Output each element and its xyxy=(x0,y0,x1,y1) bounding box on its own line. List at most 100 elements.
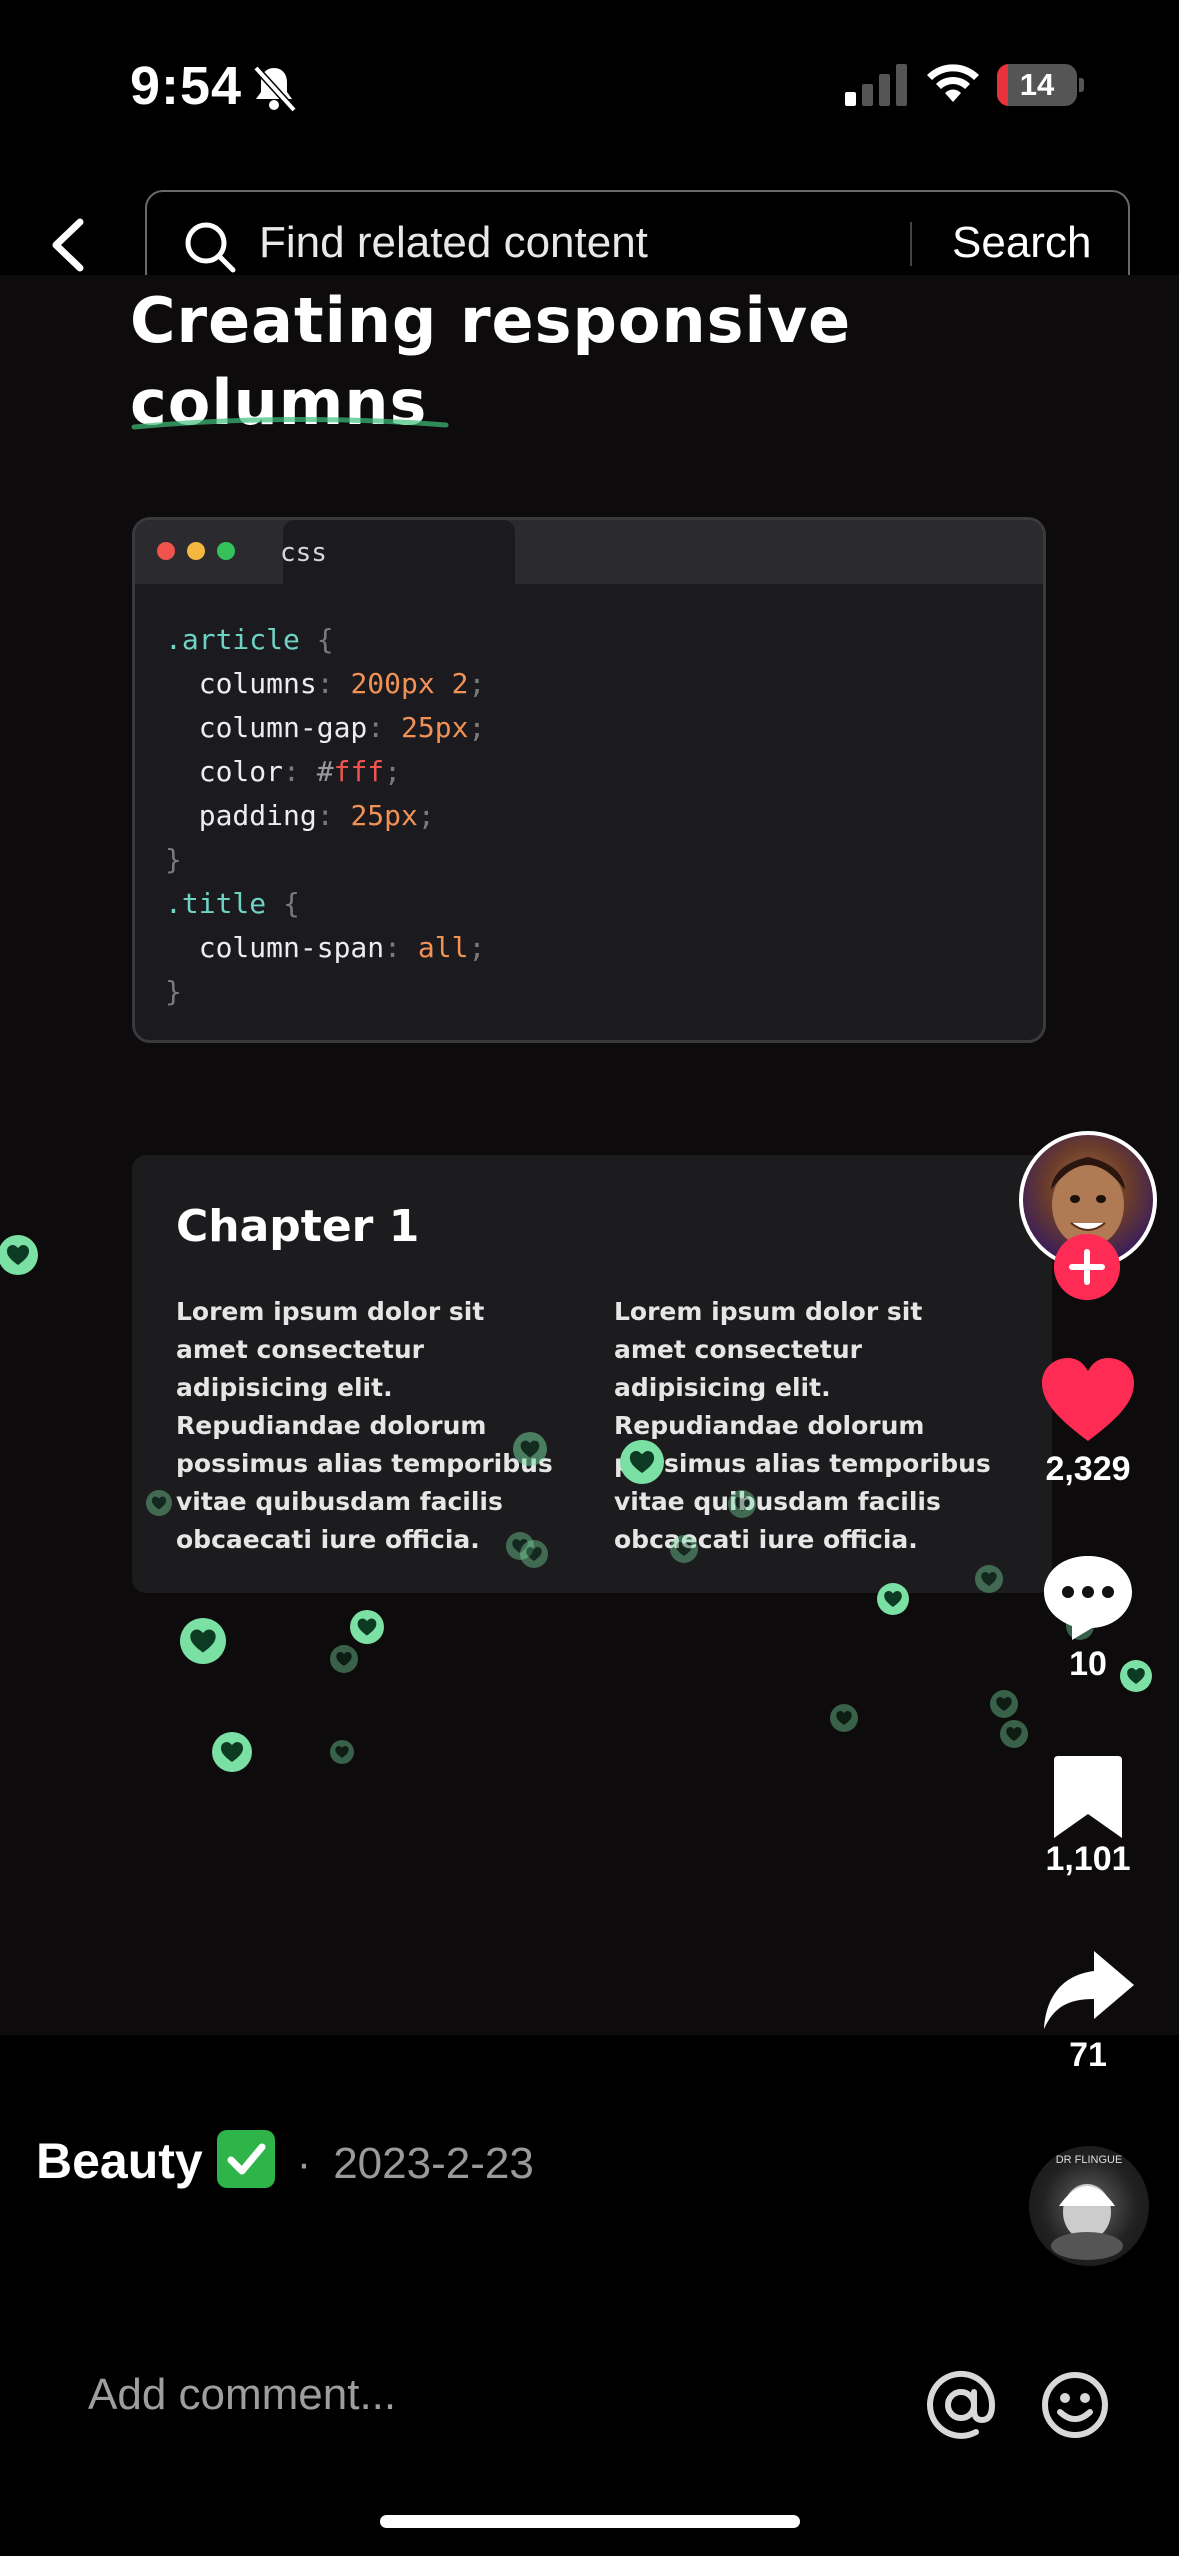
title-underline xyxy=(131,416,449,430)
heart-particle-icon xyxy=(728,1490,756,1518)
code-tab-label: css xyxy=(280,538,327,568)
code-token: column-gap xyxy=(165,711,368,744)
search-divider xyxy=(910,222,912,266)
code-token: { xyxy=(266,887,300,920)
code-line: padding: 25px; xyxy=(165,794,485,838)
heart-particle-icon xyxy=(877,1583,909,1615)
cellular-signal-icon xyxy=(845,64,907,106)
code-token: : xyxy=(367,711,402,744)
verified-check-icon xyxy=(216,2130,275,2188)
wifi-icon xyxy=(927,64,979,102)
comment-count: 10 xyxy=(1069,1645,1107,1683)
code-token: : xyxy=(316,667,351,700)
code-window: css .article { columns: 200px 2; column-… xyxy=(132,517,1046,1043)
chapter-column-1: Lorem ipsum dolor sit amet consectetur a… xyxy=(176,1297,553,1554)
heart-particle-icon xyxy=(180,1618,226,1664)
code-token: } xyxy=(165,975,182,1008)
bookmark-icon[interactable] xyxy=(1036,1752,1140,1842)
window-minimize-dot xyxy=(187,542,205,560)
heart-particle-icon xyxy=(670,1535,698,1563)
code-line: column-span: all; xyxy=(165,926,486,970)
code-token: # xyxy=(316,755,334,788)
code-token: column-span xyxy=(165,931,385,964)
code-line: column-gap: 25px; xyxy=(165,706,486,750)
code-token: ; xyxy=(417,799,435,832)
status-bar: 9:54 14 xyxy=(0,0,1179,170)
code-token: : xyxy=(316,799,351,832)
battery-icon: 14 xyxy=(997,64,1077,106)
battery-level: 14 xyxy=(1019,67,1055,102)
search-icon xyxy=(185,222,236,273)
code-token: ; xyxy=(468,711,486,744)
heart-particle-icon xyxy=(330,1740,354,1764)
code-token: padding xyxy=(165,799,317,832)
code-token: } xyxy=(165,843,182,876)
heart-particle-icon xyxy=(990,1690,1018,1718)
heart-particle-icon xyxy=(0,1235,38,1275)
mention-at-icon[interactable] xyxy=(926,2370,996,2440)
code-token: : xyxy=(283,755,317,788)
code-token: fff xyxy=(333,755,385,788)
heart-particle-icon xyxy=(330,1645,358,1673)
share-arrow-icon[interactable] xyxy=(1036,1945,1140,2035)
bell-muted-icon xyxy=(253,65,296,112)
heart-particle-icon xyxy=(830,1704,858,1732)
heart-particle-icon xyxy=(350,1610,384,1644)
status-time: 9:54 xyxy=(130,56,243,116)
code-token: { xyxy=(299,623,334,656)
code-line: columns: 200px 2; xyxy=(165,662,486,706)
chapter-column-2: Lorem ipsum dolor sit amet consectetur a… xyxy=(614,1297,991,1554)
share-count: 71 xyxy=(1069,2036,1107,2074)
code-token: ; xyxy=(468,931,486,964)
heart-particle-icon xyxy=(513,1432,547,1466)
window-close-dot xyxy=(157,542,175,560)
search-button[interactable]: Search xyxy=(952,218,1091,268)
code-line: .title { xyxy=(165,882,485,926)
author-name[interactable]: Beauty xyxy=(36,2133,203,2189)
window-maximize-dot xyxy=(217,542,235,560)
code-line: .article { xyxy=(165,618,485,662)
comment-icon[interactable] xyxy=(1036,1552,1140,1642)
comment-bar: Add comment... xyxy=(0,2340,1179,2460)
code-token: 200px 2 xyxy=(350,667,469,700)
video-player[interactable]: Creating responsive columns css .article… xyxy=(0,275,1179,2035)
code-token: 25px xyxy=(401,711,469,744)
favorite-count: 1,101 xyxy=(1045,1840,1131,1878)
heart-particle-icon xyxy=(620,1440,664,1484)
code-body: .article { columns: 200px 2; column-gap:… xyxy=(165,618,485,1014)
follow-button[interactable] xyxy=(1054,1234,1120,1300)
code-token: .title xyxy=(165,887,267,920)
chapter-title: Chapter 1 xyxy=(176,1201,420,1252)
code-token: columns xyxy=(165,667,317,700)
code-line: color: #fff; xyxy=(165,750,485,794)
emoji-icon[interactable] xyxy=(1040,2370,1110,2440)
code-token: : xyxy=(384,931,418,964)
chapter-card: Chapter 1 Lorem ipsum dolor sit amet con… xyxy=(132,1155,1052,1593)
post-info: Beauty · 2023-2-23 xyxy=(36,2130,534,2190)
code-token: all xyxy=(417,931,469,964)
heart-particle-icon xyxy=(212,1732,252,1772)
code-tabbar: css xyxy=(135,520,1043,584)
like-count: 2,329 xyxy=(1045,1450,1131,1488)
like-heart-icon[interactable] xyxy=(1036,1355,1140,1445)
date-separator: · xyxy=(296,2139,312,2188)
code-token: ; xyxy=(468,667,486,700)
heart-particle-icon xyxy=(146,1490,172,1516)
code-token: .article xyxy=(165,623,300,656)
code-line: } xyxy=(165,970,485,1014)
comment-input[interactable]: Add comment... xyxy=(88,2370,396,2420)
heart-particle-icon xyxy=(975,1565,1003,1593)
music-disc[interactable]: DR FLINGUE xyxy=(1029,2146,1149,2266)
back-button[interactable] xyxy=(40,210,100,280)
battery-nub xyxy=(1079,78,1084,92)
post-date: 2023-2-23 xyxy=(333,2139,534,2188)
code-token: color xyxy=(165,755,284,788)
code-token: ; xyxy=(384,755,402,788)
code-line: } xyxy=(165,838,485,882)
search-input[interactable]: Find related content xyxy=(259,218,648,268)
music-disc-label: DR FLINGUE xyxy=(1055,2154,1123,2166)
heart-particle-icon xyxy=(1000,1720,1028,1748)
code-token: 25px xyxy=(350,799,418,832)
heart-particle-icon xyxy=(520,1540,548,1568)
home-indicator[interactable] xyxy=(380,2515,800,2528)
